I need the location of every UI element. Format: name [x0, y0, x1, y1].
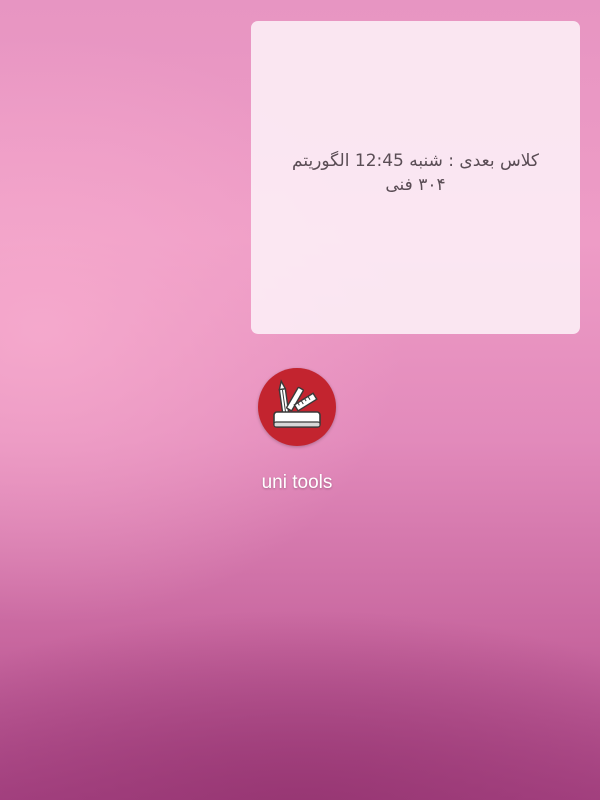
- widget-next-class-text: کلاس بعدی : شنبه 12:45 الگوریتم: [292, 150, 539, 171]
- next-class-widget[interactable]: کلاس بعدی : شنبه 12:45 الگوریتم ۳۰۴ فنی: [251, 21, 580, 334]
- app-label: uni tools: [261, 472, 333, 493]
- uni-tools-app-icon[interactable]: [258, 368, 336, 446]
- app-shortcut-uni-tools[interactable]: uni tools: [247, 368, 347, 494]
- widget-room-text: ۳۰۴ فنی: [385, 174, 446, 195]
- pencil-ruler-toolkit-icon: [273, 379, 321, 428]
